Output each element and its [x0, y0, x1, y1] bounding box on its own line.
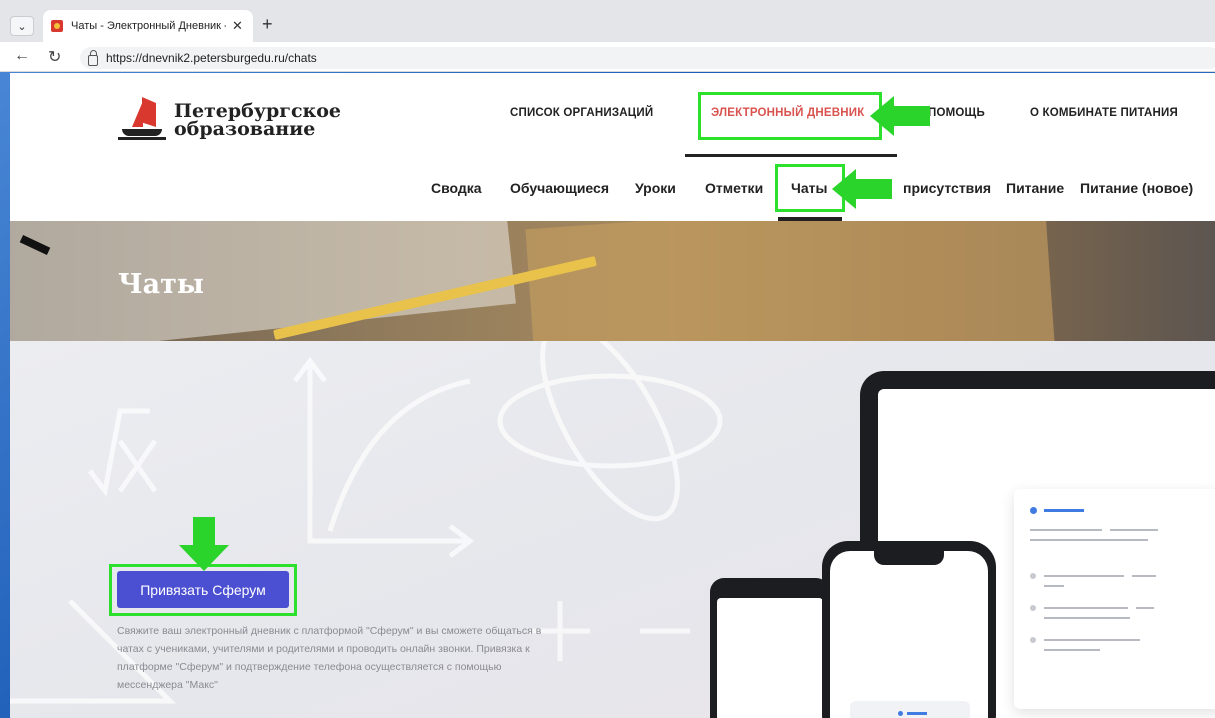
- chat-list-illustration: [1014, 489, 1215, 709]
- logo-line-2: образование: [174, 118, 316, 140]
- browser-tab[interactable]: Чаты - Электронный Дневник - ✕: [43, 10, 253, 42]
- sub-nav-food[interactable]: Питание: [1006, 180, 1064, 196]
- page-banner: Чаты: [10, 221, 1215, 341]
- reload-icon[interactable]: ↻: [48, 47, 61, 67]
- sub-nav-students[interactable]: Обучающиеся: [510, 180, 609, 196]
- arrow-left-icon: [832, 169, 892, 209]
- sferum-description: Свяжите ваш электронный дневник с платфо…: [117, 625, 542, 691]
- phone-illustration-front: [822, 541, 996, 718]
- tab-title: Чаты - Электронный Дневник -: [71, 20, 226, 32]
- phone-illustration-back: [710, 578, 830, 718]
- sub-nav-attendance[interactable]: присутствия: [903, 180, 991, 196]
- sub-nav-lessons[interactable]: Уроки: [635, 180, 676, 196]
- highlight-box-bind-button: [109, 564, 297, 616]
- site-header: Петербургское образование СПИСОК ОРГАНИЗ…: [10, 73, 1215, 221]
- tab-list-button[interactable]: ⌄: [10, 16, 34, 36]
- arrow-down-icon: [179, 517, 229, 571]
- ship-logo-icon: [118, 97, 166, 143]
- new-tab-icon[interactable]: +: [262, 14, 273, 35]
- top-nav-active-underline: [685, 154, 897, 157]
- highlight-box-electronic-diary: [698, 92, 882, 140]
- back-arrow-icon[interactable]: ←: [14, 47, 30, 65]
- lock-icon: [88, 49, 98, 66]
- web-page: Петербургское образование СПИСОК ОРГАНИЗ…: [10, 73, 1215, 718]
- browser-address-bar: ← ↻ https://dnevnik2.petersburgedu.ru/ch…: [0, 42, 1215, 72]
- top-nav-organizations[interactable]: СПИСОК ОРГАНИЗАЦИЙ: [510, 107, 653, 119]
- close-icon[interactable]: ✕: [232, 18, 243, 34]
- sub-nav-grades[interactable]: Отметки: [705, 180, 763, 196]
- url-field[interactable]: https://dnevnik2.petersburgedu.ru/chats: [80, 47, 1215, 69]
- screenshot-frame: ⌄ Чаты - Электронный Дневник - ✕ + ← ↻ h…: [0, 0, 1215, 718]
- chevron-down-icon: ⌄: [17, 20, 27, 33]
- page-title: Чаты: [118, 269, 204, 300]
- url-text: https://dnevnik2.petersburgedu.ru/chats: [106, 51, 317, 65]
- sub-nav-food-new[interactable]: Питание (новое): [1080, 180, 1193, 196]
- top-nav-help[interactable]: ПОМОЩЬ: [928, 107, 985, 119]
- arrow-left-icon: [870, 96, 930, 136]
- top-nav-food-plant[interactable]: О КОМБИНАТЕ ПИТАНИЯ: [1030, 107, 1178, 119]
- sub-nav-summary[interactable]: Сводка: [431, 180, 482, 196]
- site-logo[interactable]: Петербургское образование: [118, 97, 341, 143]
- logo-text: Петербургское образование: [174, 102, 341, 140]
- main-content: Привязать Сферум Свяжите ваш электронный…: [10, 341, 1215, 718]
- site-favicon-icon: [51, 20, 63, 32]
- browser-tab-bar: ⌄ Чаты - Электронный Дневник - ✕ +: [0, 0, 1215, 42]
